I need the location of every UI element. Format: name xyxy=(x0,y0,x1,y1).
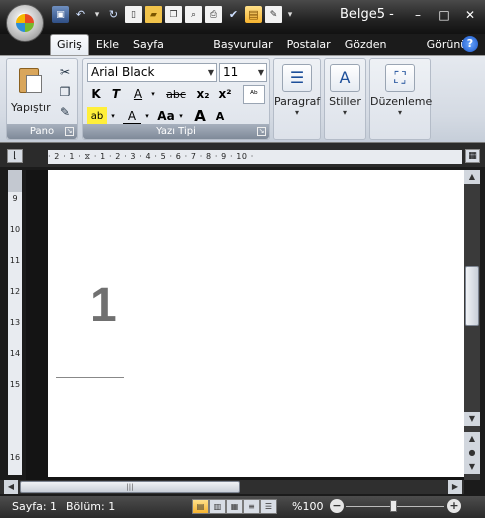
save-icon[interactable]: ▣ xyxy=(52,6,69,23)
status-bar: Sayfa: 1 Bölüm: 1 ▤ ▥ ▦ ≡ ☰ %100 − + xyxy=(0,496,485,518)
tab-selector-icon[interactable]: ⌊ xyxy=(7,149,23,163)
zoom-level[interactable]: %100 xyxy=(292,500,323,513)
zoom-slider-knob[interactable] xyxy=(390,500,397,512)
tab-insert[interactable]: Ekle xyxy=(89,34,126,56)
zoom-in-icon[interactable]: + xyxy=(447,499,461,513)
quick-access-toolbar: ▣ ↶ ▾ ↻ ▯ ▰ ❐ ⌕ ⎙ ✔ ▤ ✎ ▾ xyxy=(52,6,295,26)
tab-page-layout[interactable]: Sayfa Düzeni xyxy=(126,34,206,71)
italic-button[interactable]: T xyxy=(107,85,125,104)
font-name-select[interactable]: Arial Black ▼ xyxy=(87,63,217,82)
copy-document-icon[interactable]: ❐ xyxy=(165,6,182,23)
clipboard-group: Yapıştır ✂ ❐ ✎ Pano ↘ xyxy=(6,58,78,140)
chevron-down-icon: ▾ xyxy=(397,108,402,117)
zoom-out-icon[interactable]: − xyxy=(330,499,344,513)
underline-dropdown-icon[interactable]: ▾ xyxy=(149,85,157,104)
page-number-text[interactable]: 1 xyxy=(90,278,117,333)
help-icon[interactable]: ? xyxy=(462,36,478,52)
dialog-launcher-icon[interactable]: ↘ xyxy=(65,127,74,136)
redo-icon[interactable]: ↻ xyxy=(105,6,122,23)
horizontal-ruler[interactable]: · 2 · 1 · ⧖ · 1 · 2 · 3 · 4 · 5 · 6 · 7 … xyxy=(48,150,462,164)
tab-mailings[interactable]: Postalar xyxy=(280,34,338,56)
scroll-up-icon[interactable]: ▲ xyxy=(464,170,480,184)
open-folder-icon[interactable]: ▰ xyxy=(145,6,162,23)
document-page[interactable]: 1 xyxy=(48,170,464,477)
print-preview-icon[interactable]: ⌕ xyxy=(185,6,202,23)
browse-object-icon[interactable]: ● xyxy=(464,446,480,460)
clear-formatting-icon[interactable]: ᴬᵇ xyxy=(243,85,265,104)
strikethrough-button[interactable]: abc xyxy=(163,85,189,104)
maximize-button[interactable]: □ xyxy=(433,8,455,22)
section-status[interactable]: Bölüm: 1 xyxy=(66,500,115,513)
web-layout-icon[interactable]: ▦ xyxy=(226,499,243,514)
office-logo-icon xyxy=(16,14,34,32)
tab-review[interactable]: Gözden Geçir xyxy=(338,34,420,71)
tab-references[interactable]: Başvurular xyxy=(206,34,279,56)
title-bar: ▣ ↶ ▾ ↻ ▯ ▰ ❐ ⌕ ⎙ ✔ ▤ ✎ ▾ Belge5 - – □ ✕ xyxy=(0,0,485,34)
chevron-down-icon: ▼ xyxy=(207,68,214,77)
full-screen-reading-icon[interactable]: ▥ xyxy=(209,499,226,514)
vertical-ruler[interactable]: 9 10 11 12 13 14 15 16 xyxy=(8,170,22,475)
outline-view-icon[interactable]: ≡ xyxy=(243,499,260,514)
paste-icon[interactable] xyxy=(17,65,45,95)
print-layout-icon[interactable]: ▤ xyxy=(192,499,209,514)
cut-icon[interactable]: ✂ xyxy=(57,64,73,80)
scroll-right-icon[interactable]: ▶ xyxy=(448,480,462,494)
paragraph-group[interactable]: ☰ Paragraf ▾ xyxy=(273,58,321,140)
minimize-button[interactable]: – xyxy=(407,8,429,22)
window-title: Belge5 - xyxy=(340,7,394,22)
paste-button[interactable]: Yapıştır xyxy=(11,101,51,114)
bold-button[interactable]: K xyxy=(87,85,105,104)
undo-dropdown-icon[interactable]: ▾ xyxy=(92,6,102,23)
spelling-check-icon[interactable]: ✔ xyxy=(225,6,242,23)
superscript-button[interactable]: x² xyxy=(215,85,235,104)
styles-icon: A xyxy=(330,64,360,92)
next-page-icon[interactable]: ▼ xyxy=(464,460,480,474)
font-group: Arial Black ▼ 11 ▼ K T A ▾ abc x₂ x² ᴬᵇ … xyxy=(82,58,270,140)
tab-home[interactable]: Giriş xyxy=(50,34,89,56)
office-button[interactable] xyxy=(6,4,44,42)
subscript-button[interactable]: x₂ xyxy=(193,85,213,104)
view-buttons: ▤ ▥ ▦ ≡ ☰ xyxy=(192,499,277,514)
page-status[interactable]: Sayfa: 1 xyxy=(12,500,57,513)
undo-icon[interactable]: ↶ xyxy=(72,6,89,23)
format-painter-icon[interactable]: ✎ xyxy=(57,104,73,120)
font-size-select[interactable]: 11 ▼ xyxy=(219,63,267,82)
chevron-down-icon: ▾ xyxy=(342,108,347,117)
copy-icon[interactable]: ❐ xyxy=(57,84,73,100)
underline-button[interactable]: A xyxy=(129,85,147,104)
horizontal-scrollbar[interactable]: ◀ ||| ▶ xyxy=(0,480,464,494)
previous-page-icon[interactable]: ▲ xyxy=(464,432,480,446)
chevron-down-icon: ▾ xyxy=(294,108,299,117)
paragraph-icon: ☰ xyxy=(282,64,312,92)
horizontal-scroll-thumb[interactable]: ||| xyxy=(20,481,240,493)
ribbon: Yapıştır ✂ ❐ ✎ Pano ↘ Arial Black ▼ 11 ▼… xyxy=(0,55,485,143)
print-icon[interactable]: ⎙ xyxy=(205,6,222,23)
vertical-scrollbar[interactable]: ▲ ▼ ▲ ● ▼ xyxy=(464,170,480,480)
chevron-down-icon: ▼ xyxy=(257,68,264,77)
editing-group[interactable]: ⛶ Düzenleme ▾ xyxy=(369,58,432,140)
format-icon[interactable]: ▤ xyxy=(245,6,262,23)
draft-view-icon[interactable]: ☰ xyxy=(260,499,277,514)
ruler-bar: ⌊ · 2 · 1 · ⧖ · 1 · 2 · 3 · 4 · 5 · 6 · … xyxy=(0,143,485,167)
font-group-label: Yazı Tipi xyxy=(83,124,269,139)
scroll-left-icon[interactable]: ◀ xyxy=(4,480,18,494)
footnote-separator xyxy=(56,377,124,378)
close-button[interactable]: ✕ xyxy=(459,8,481,22)
edit-document-icon[interactable]: ✎ xyxy=(265,6,282,23)
dialog-launcher-icon[interactable]: ↘ xyxy=(257,127,266,136)
styles-group[interactable]: A Stiller ▾ xyxy=(324,58,366,140)
scroll-down-icon[interactable]: ▼ xyxy=(464,412,480,426)
new-document-icon[interactable]: ▯ xyxy=(125,6,142,23)
view-ruler-icon[interactable]: ▦ xyxy=(465,149,480,163)
customize-qat-icon[interactable]: ▾ xyxy=(285,6,295,23)
vertical-scroll-thumb[interactable] xyxy=(465,266,479,326)
ribbon-tabs: Giriş Ekle Sayfa Düzeni Başvurular Posta… xyxy=(50,34,485,71)
binoculars-icon: ⛶ xyxy=(385,64,415,92)
